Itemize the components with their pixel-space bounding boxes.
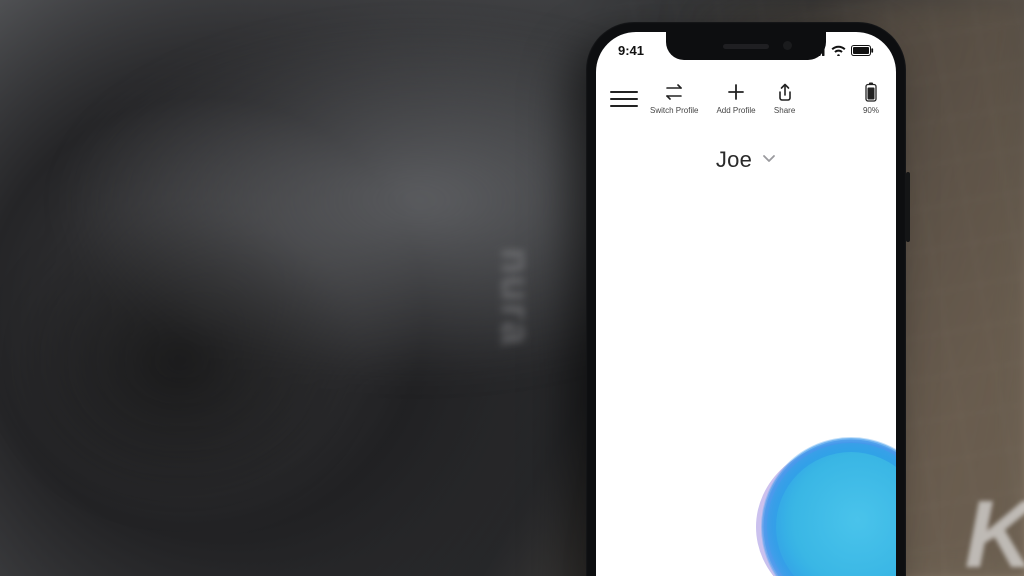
app-toolbar: Switch Profile Add Profile [596, 78, 896, 123]
device-battery-indicator: 90% [860, 82, 882, 115]
switch-profile-label: Switch Profile [650, 106, 698, 115]
switch-profile-icon [663, 82, 685, 102]
menu-button[interactable] [610, 82, 638, 112]
profile-selector[interactable]: Joe [596, 147, 896, 173]
add-profile-button[interactable]: Add Profile [716, 82, 755, 115]
add-profile-label: Add Profile [716, 106, 755, 115]
share-label: Share [774, 106, 795, 115]
chevron-down-icon [762, 151, 776, 169]
app-content: Switch Profile Add Profile [596, 72, 896, 576]
battery-icon [851, 45, 874, 56]
product-brand-text: nura [492, 248, 540, 347]
phone-frame: 9:41 [586, 22, 906, 576]
phone-notch [666, 32, 826, 60]
share-icon [774, 82, 796, 102]
plus-icon [725, 82, 747, 102]
wifi-icon [831, 45, 846, 56]
device-battery-label: 90% [863, 106, 879, 115]
corner-watermark: K [965, 480, 1024, 576]
notch-speaker [723, 44, 769, 49]
share-button[interactable]: Share [774, 82, 796, 115]
notch-camera [783, 41, 792, 50]
phone-side-button [906, 172, 910, 242]
scene-background: nura K 9:41 [0, 0, 1024, 576]
profile-blob [746, 422, 896, 576]
phone-screen: 9:41 [596, 32, 896, 576]
switch-profile-button[interactable]: Switch Profile [650, 82, 698, 115]
profile-name: Joe [716, 147, 752, 173]
status-time: 9:41 [618, 43, 644, 58]
hearing-profile-visualization [596, 173, 896, 576]
device-battery-icon [860, 82, 882, 102]
